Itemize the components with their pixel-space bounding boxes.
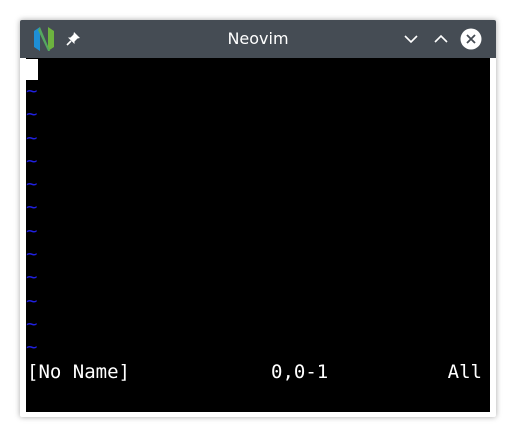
close-icon[interactable] [460, 28, 482, 50]
status-cursor-position: 0,0-1 [271, 361, 329, 383]
empty-line-tilde: ~ [26, 336, 38, 359]
empty-line-markers: ~ ~ ~ ~ ~ ~ ~ ~ ~ ~ ~ ~ [26, 80, 37, 360]
empty-line-tilde: ~ [26, 103, 38, 126]
editor-buffer[interactable]: ~ ~ ~ ~ ~ ~ ~ ~ ~ ~ ~ ~ [No Name] 0,0-1 … [26, 58, 490, 412]
text-cursor [26, 59, 38, 80]
empty-line-tilde: ~ [26, 149, 38, 172]
empty-line-tilde: ~ [26, 312, 38, 335]
empty-line-tilde: ~ [26, 243, 38, 266]
minimize-icon[interactable] [400, 28, 422, 50]
window-title: Neovim [227, 29, 289, 48]
empty-line-tilde: ~ [26, 219, 38, 242]
status-filename: [No Name] [27, 361, 130, 383]
empty-line-tilde: ~ [26, 289, 38, 312]
empty-line-tilde: ~ [26, 266, 38, 289]
empty-line-tilde: ~ [26, 173, 38, 196]
titlebar[interactable]: Neovim [20, 20, 496, 58]
status-line: [No Name] 0,0-1 All [26, 360, 490, 384]
maximize-icon[interactable] [430, 28, 452, 50]
status-scroll-position: All [447, 361, 482, 383]
empty-line-tilde: ~ [26, 126, 38, 149]
empty-line-tilde: ~ [26, 196, 38, 219]
neovim-window: Neovim ~ ~ ~ ~ ~ ~ ~ ~ ~ ~ ~ ~ [No Name]… [20, 20, 496, 417]
empty-line-tilde: ~ [26, 80, 38, 102]
